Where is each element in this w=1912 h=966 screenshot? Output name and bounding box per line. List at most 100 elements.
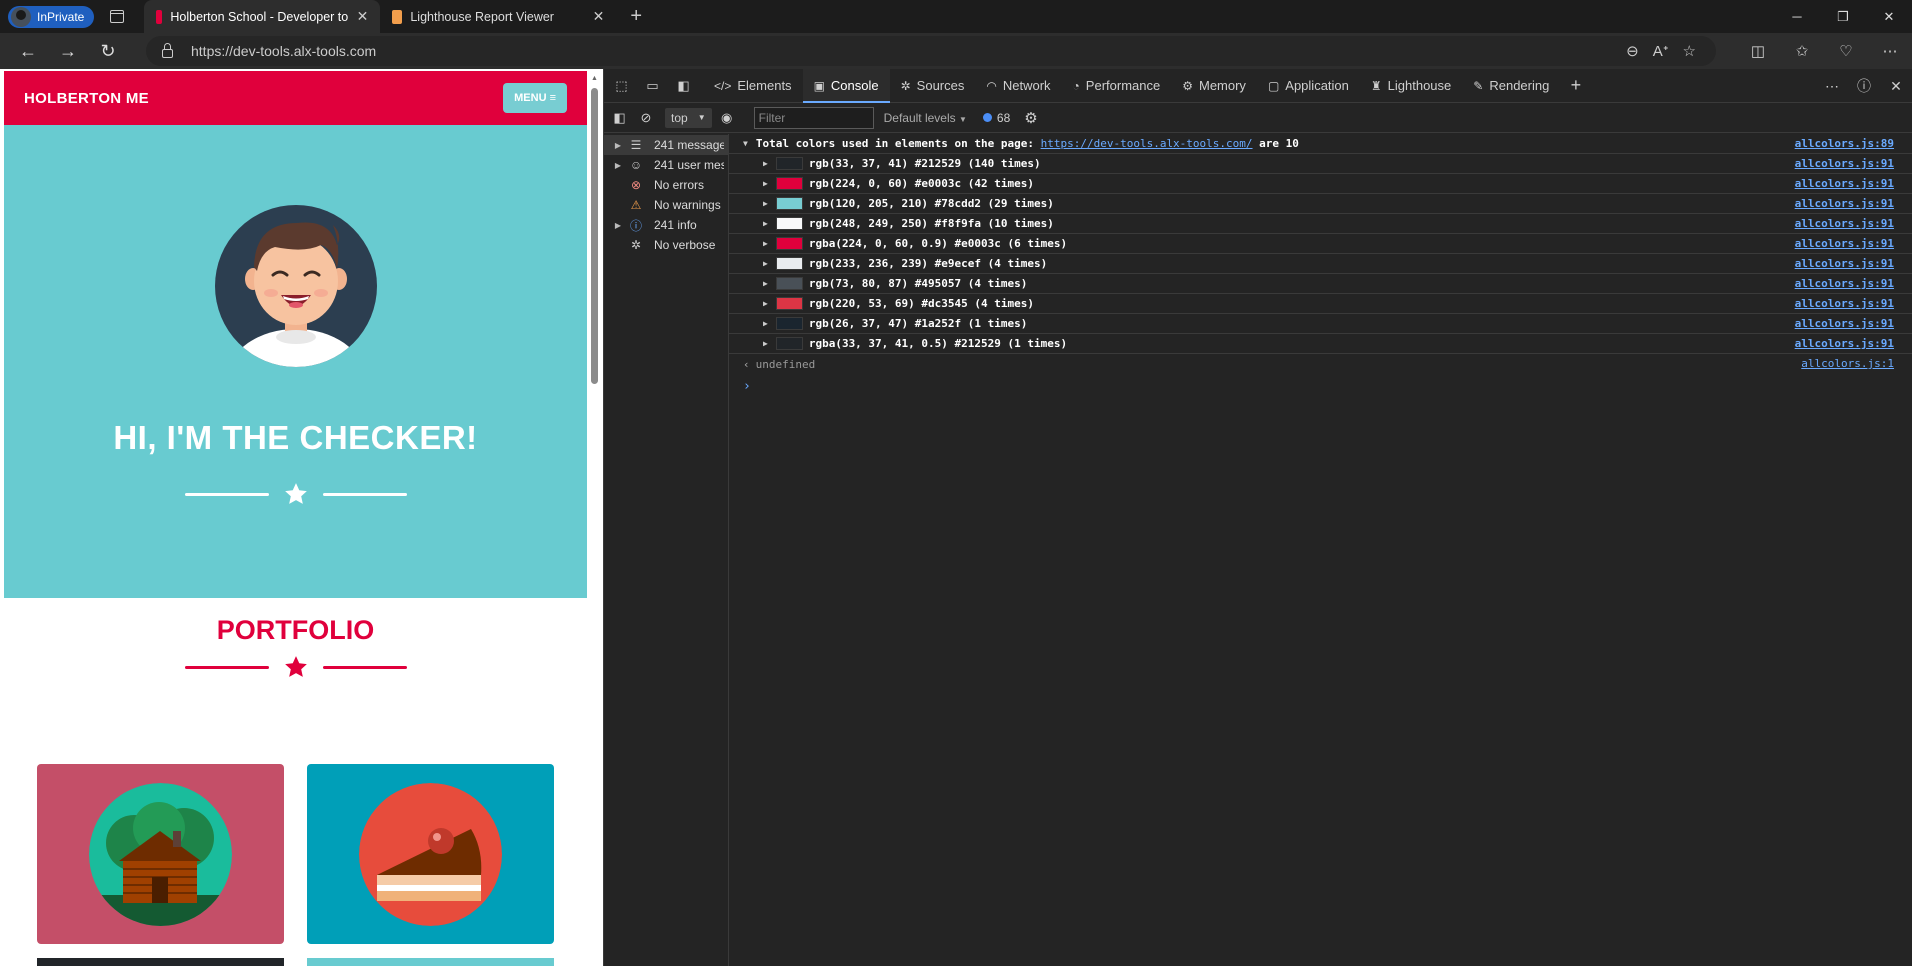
more-options-icon[interactable]: ⋯ <box>1868 42 1912 60</box>
address-bar[interactable]: https://dev-tools.alx-tools.com ⊖ Aᐩ ☆ <box>146 36 1716 66</box>
source-link[interactable]: allcolors.js:91 <box>1795 157 1894 170</box>
issues-counter[interactable]: 68 <box>982 111 1010 125</box>
more-tools-icon[interactable]: ⋯ <box>1816 78 1848 95</box>
console-color-row[interactable]: ▶ rgb(224, 0, 60) #e0003c (42 times) allco… <box>729 174 1912 194</box>
browser-tab-holberton[interactable]: Holberton School - Developer to ✕ <box>144 0 381 33</box>
minimize-icon[interactable]: ─ <box>1774 0 1820 33</box>
scroll-up-arrow-icon[interactable]: ▲ <box>591 75 598 82</box>
tab-network[interactable]: ◠ Network <box>975 69 1061 103</box>
forward-icon[interactable]: → <box>48 41 88 62</box>
console-color-row[interactable]: ▶ rgb(220, 53, 69) #dc3545 (4 times) allco… <box>729 294 1912 314</box>
tab-lighthouse[interactable]: ♜ Lighthouse <box>1360 69 1462 103</box>
expand-arrow-icon[interactable]: ▶ <box>763 239 768 248</box>
sidebar-item-user-messages[interactable]: ▶ ☺ 241 user messages <box>604 155 728 175</box>
scroll-thumb[interactable] <box>591 88 598 384</box>
log-levels-dropdown[interactable]: Default levels ▼ <box>884 111 967 125</box>
menu-button[interactable]: MENU ≡ <box>503 83 567 113</box>
expand-arrow-icon[interactable]: ▶ <box>763 159 768 168</box>
console-settings-gear-icon[interactable]: ⚙ <box>1024 109 1037 127</box>
source-link[interactable]: allcolors.js:91 <box>1795 257 1894 270</box>
source-link[interactable]: allcolors.js:91 <box>1795 297 1894 310</box>
sidebar-item-verbose[interactable]: ✲ No verbose <box>604 235 728 255</box>
sidebar-item-info[interactable]: ▶ ⓘ 241 info <box>604 215 728 235</box>
tab-rendering[interactable]: ✎ Rendering <box>1462 69 1560 103</box>
tab-performance[interactable]: ◔ Performance <box>1062 69 1172 103</box>
tab-elements[interactable]: </> Elements <box>703 69 803 103</box>
page-scrollbar[interactable]: ▲ <box>587 69 603 966</box>
clear-console-icon[interactable]: ⊘ <box>635 110 657 126</box>
portfolio-item-cabin[interactable] <box>37 764 284 944</box>
context-selector[interactable]: top ▼ <box>665 107 712 128</box>
inprivate-badge[interactable]: InPrivate <box>8 5 95 28</box>
page-url-link[interactable]: https://dev-tools.alx-tools.com/ <box>1041 137 1253 150</box>
source-link[interactable]: allcolors.js:89 <box>1795 137 1894 150</box>
source-link[interactable]: allcolors.js:91 <box>1795 217 1894 230</box>
expand-arrow-icon[interactable]: ▶ <box>604 141 626 150</box>
console-color-row[interactable]: ▶ rgb(248, 249, 250) #f8f9fa (10 times) al… <box>729 214 1912 234</box>
console-color-row[interactable]: ▶ rgb(233, 236, 239) #e9ecef (4 times) all… <box>729 254 1912 274</box>
expand-arrow-icon[interactable]: ▶ <box>763 279 768 288</box>
performance-heart-icon[interactable]: ♡ <box>1824 42 1868 60</box>
expand-arrow-icon[interactable]: ▶ <box>763 339 768 348</box>
toggle-sidebar-icon[interactable]: ◧ <box>604 110 635 126</box>
expand-arrow-icon[interactable]: ▶ <box>763 259 768 268</box>
source-link[interactable]: allcolors.js:91 <box>1795 337 1894 350</box>
refresh-icon[interactable]: ↻ <box>88 41 128 62</box>
sidebar-item-messages[interactable]: ▶ ☰ 241 messages <box>604 135 728 155</box>
source-link[interactable]: allcolors.js:91 <box>1795 197 1894 210</box>
expand-arrow-icon[interactable]: ▶ <box>763 299 768 308</box>
console-color-row[interactable]: ▶ rgb(26, 37, 47) #1a252f (1 times) allcol… <box>729 314 1912 334</box>
portfolio-item-next[interactable] <box>307 958 554 966</box>
sidebar-item-warnings[interactable]: ⚠ No warnings <box>604 195 728 215</box>
portfolio-item-cake[interactable] <box>307 764 554 944</box>
console-color-row[interactable]: ▶ rgb(120, 205, 210) #78cdd2 (29 times) al… <box>729 194 1912 214</box>
console-color-row[interactable]: ▶ rgba(33, 37, 41, 0.5) #212529 (1 times)… <box>729 334 1912 354</box>
console-color-row[interactable]: ▶ rgba(224, 0, 60, 0.9) #e0003c (6 times)… <box>729 234 1912 254</box>
expand-arrow-icon[interactable]: ▶ <box>763 219 768 228</box>
split-screen-icon[interactable]: ◫ <box>1736 42 1780 60</box>
source-link[interactable]: allcolors.js:91 <box>1795 317 1894 330</box>
close-window-icon[interactable]: ✕ <box>1866 0 1912 33</box>
restore-icon[interactable]: ❐ <box>1820 0 1866 33</box>
tab-memory[interactable]: ⚙ Memory <box>1171 69 1257 103</box>
collapse-arrow-icon[interactable]: ▼ <box>743 139 748 148</box>
source-link[interactable]: allcolors.js:91 <box>1795 177 1894 190</box>
console-group-header[interactable]: ▼ Total colors used in elements on the p… <box>729 134 1912 154</box>
add-tool-icon[interactable]: + <box>1560 75 1591 96</box>
browser-tab-lighthouse[interactable]: Lighthouse Report Viewer ✕ <box>380 0 616 33</box>
tab-application[interactable]: ▢ Application <box>1257 69 1360 103</box>
expand-arrow-icon[interactable]: ▶ <box>604 221 626 230</box>
console-prompt[interactable]: › <box>729 374 1912 398</box>
source-link[interactable]: allcolors.js:1 <box>1801 357 1894 370</box>
portfolio-item-next[interactable] <box>37 958 284 966</box>
favorite-star-icon[interactable]: ☆ <box>1683 42 1696 60</box>
filter-input[interactable]: Filter <box>753 106 874 129</box>
workspaces-icon[interactable] <box>110 10 125 23</box>
lock-icon[interactable] <box>162 42 173 58</box>
expand-arrow-icon[interactable]: ▶ <box>604 161 626 170</box>
help-icon[interactable]: ⓘ <box>1848 76 1880 96</box>
zoom-icon[interactable]: ⊖ <box>1626 42 1639 60</box>
tab-sources[interactable]: ✲ Sources <box>890 69 976 103</box>
close-tab-icon[interactable]: ✕ <box>357 8 369 25</box>
favorites-icon[interactable]: ✩ <box>1780 42 1824 60</box>
site-brand[interactable]: HOLBERTON ME <box>24 90 149 107</box>
close-tab-icon[interactable]: ✕ <box>593 8 605 25</box>
back-icon[interactable]: ← <box>8 41 48 62</box>
inspect-element-icon[interactable]: ⬚ <box>606 78 637 94</box>
new-tab-icon[interactable]: + <box>630 5 642 28</box>
expand-arrow-icon[interactable]: ▶ <box>763 179 768 188</box>
console-color-row[interactable]: ▶ rgb(73, 80, 87) #495057 (4 times) allcol… <box>729 274 1912 294</box>
tab-console[interactable]: ▣ Console <box>802 68 890 103</box>
close-devtools-icon[interactable]: ✕ <box>1880 78 1912 95</box>
dock-sidebar-icon[interactable]: ◧ <box>668 78 699 94</box>
read-aloud-icon[interactable]: Aᐩ <box>1653 42 1669 60</box>
expand-arrow-icon[interactable]: ▶ <box>763 319 768 328</box>
source-link[interactable]: allcolors.js:91 <box>1795 237 1894 250</box>
live-expression-eye-icon[interactable]: ◉ <box>712 110 742 126</box>
expand-arrow-icon[interactable]: ▶ <box>763 199 768 208</box>
device-emulation-icon[interactable]: ▭ <box>637 78 668 94</box>
sidebar-item-errors[interactable]: ⊗ No errors <box>604 175 728 195</box>
console-color-row[interactable]: ▶ rgb(33, 37, 41) #212529 (140 times) allc… <box>729 154 1912 174</box>
source-link[interactable]: allcolors.js:91 <box>1795 277 1894 290</box>
